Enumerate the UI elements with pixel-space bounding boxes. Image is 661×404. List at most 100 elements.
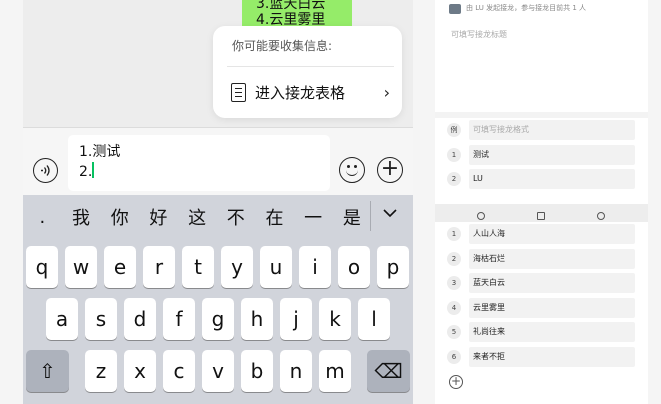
clock-icon[interactable] — [597, 212, 605, 220]
collect-info-popup: 你可能要收集信息: 进入接龙表格 › — [213, 26, 402, 118]
entry-input[interactable]: LU — [469, 169, 635, 189]
key-h[interactable]: h — [241, 298, 273, 340]
avatar — [449, 4, 461, 14]
candidate-item[interactable]: 是 — [333, 204, 372, 230]
entry-number: 2 — [447, 252, 461, 266]
input-line-2-text: 2. — [79, 164, 93, 180]
chevron-right-icon: › — [383, 82, 390, 102]
entry-input[interactable]: 人山人海 — [469, 224, 635, 244]
solitaire-form: 由 LU 发起接龙，参与接龙目前共 1 人 可填写接龙标题 例 可填写接龙格式 … — [435, 0, 648, 404]
key-p[interactable]: p — [377, 246, 409, 288]
entry-input[interactable]: 云里雾里 — [469, 298, 635, 318]
entry-input[interactable]: 测试 — [469, 145, 635, 165]
key-j[interactable]: j — [280, 298, 312, 340]
open-solitaire-label: 进入接龙表格 — [255, 83, 346, 102]
candidate-item[interactable]: . — [23, 207, 62, 228]
section-divider — [435, 112, 648, 118]
popup-title: 你可能要收集信息: — [232, 39, 333, 53]
key-r[interactable]: r — [143, 246, 175, 288]
add-entry-icon[interactable]: + — [449, 375, 463, 389]
entry-number: 4 — [447, 301, 461, 315]
entry-number: 3 — [447, 276, 461, 290]
list-entry-row: 4 云里雾里 — [435, 298, 648, 318]
entry-number: 1 — [447, 227, 461, 241]
key-a[interactable]: a — [46, 298, 78, 340]
candidate-item[interactable]: 这 — [178, 204, 217, 230]
key-c[interactable]: c — [163, 350, 195, 392]
key-z[interactable]: z — [85, 350, 117, 392]
key-b[interactable]: b — [241, 350, 273, 392]
document-icon — [231, 82, 246, 102]
key-x[interactable]: x — [124, 350, 156, 392]
screenshot-root: 3.蓝天白云 4. 云里雾里 你可能要收集信息: 进入接龙表格 › 1.测试 2.… — [0, 0, 661, 404]
entry-number: 2 — [447, 172, 461, 186]
input-bar: 1.测试 2. + — [23, 127, 413, 195]
candidate-separator — [370, 201, 371, 231]
key-t[interactable]: t — [182, 246, 214, 288]
emoji-icon[interactable] — [339, 157, 365, 183]
solitaire-header: 由 LU 发起接龙，参与接龙目前共 1 人 可填写接龙标题 — [435, 0, 648, 112]
backspace-icon: ⌫ — [374, 359, 403, 383]
example-format-row: 例 可填写接龙格式 — [435, 120, 648, 140]
example-tag: 例 — [447, 123, 461, 137]
key-w[interactable]: w — [65, 246, 97, 288]
key-q[interactable]: q — [26, 246, 58, 288]
delete-key[interactable]: ⌫ — [367, 350, 410, 392]
key-k[interactable]: k — [319, 298, 351, 340]
key-v[interactable]: v — [202, 350, 234, 392]
candidate-item[interactable]: 在 — [255, 204, 294, 230]
entry-input[interactable]: 礼尚往来 — [469, 322, 635, 342]
key-u[interactable]: u — [260, 246, 292, 288]
candidate-item[interactable]: 不 — [216, 204, 255, 230]
key-m[interactable]: m — [319, 350, 351, 392]
input-line-2: 2. — [79, 162, 319, 182]
shift-key[interactable]: ⇧ — [26, 350, 69, 392]
entry-input[interactable]: 海枯石烂 — [469, 249, 635, 269]
draft-entry-row: 2 LU — [435, 169, 648, 189]
key-i[interactable]: i — [299, 246, 331, 288]
key-d[interactable]: d — [124, 298, 156, 340]
entry-number: 1 — [447, 148, 461, 162]
list-entry-row: 5 礼尚往来 — [435, 322, 648, 342]
key-f[interactable]: f — [163, 298, 195, 340]
shift-icon: ⇧ — [39, 359, 56, 383]
list-entry-row: 3 蓝天白云 — [435, 273, 648, 293]
message-input[interactable]: 1.测试 2. — [68, 135, 330, 191]
candidate-item[interactable]: 一 — [294, 204, 333, 230]
list-entry-row: 6 来者不拒 — [435, 347, 648, 367]
chat-window: 3.蓝天白云 4.云里雾里 你可能要收集信息: 进入接龙表格 › 1.测试 2.… — [23, 0, 413, 404]
image-icon[interactable] — [537, 212, 545, 220]
candidate-item[interactable]: 你 — [100, 204, 139, 230]
list-entry-row: 1 人山人海 — [435, 224, 648, 244]
voice-icon[interactable] — [33, 158, 58, 183]
format-input[interactable]: 可填写接龙格式 — [469, 120, 635, 140]
entry-input[interactable]: 来者不拒 — [469, 347, 635, 367]
entry-input[interactable]: 蓝天白云 — [469, 273, 635, 293]
chevron-down-icon[interactable] — [382, 206, 398, 222]
candidate-item[interactable]: 好 — [139, 204, 178, 230]
popup-divider — [227, 66, 394, 67]
key-l[interactable]: l — [358, 298, 390, 340]
text-caret — [92, 162, 94, 178]
input-line-1: 1.测试 — [79, 144, 121, 160]
key-g[interactable]: g — [202, 298, 234, 340]
key-e[interactable]: e — [104, 246, 136, 288]
title-input[interactable]: 可填写接龙标题 — [451, 29, 507, 40]
entry-number: 5 — [447, 325, 461, 339]
key-y[interactable]: y — [221, 246, 253, 288]
key-s[interactable]: s — [85, 298, 117, 340]
candidate-bar: . 我 你 好 这 不 在 一 是 — [23, 195, 413, 239]
format-toolbar — [435, 204, 648, 222]
candidate-item[interactable]: 我 — [62, 204, 101, 230]
creator-info: 由 LU 发起接龙，参与接龙目前共 1 人 — [466, 4, 587, 12]
chat-message-area[interactable]: 3.蓝天白云 4.云里雾里 你可能要收集信息: 进入接龙表格 › — [23, 0, 413, 127]
list-entry-row: 2 海枯石烂 — [435, 249, 648, 269]
open-solitaire-sheet-button[interactable]: 进入接龙表格 › — [231, 80, 390, 104]
bubble-line: 3.蓝天白云 — [256, 0, 326, 12]
plus-icon[interactable]: + — [377, 157, 403, 183]
draft-entry-row: 1 测试 — [435, 145, 648, 165]
key-n[interactable]: n — [280, 350, 312, 392]
key-o[interactable]: o — [338, 246, 370, 288]
at-icon[interactable] — [477, 212, 485, 220]
pinyin-keyboard: . 我 你 好 这 不 在 一 是 q w e r t y u i o p a … — [23, 195, 413, 404]
